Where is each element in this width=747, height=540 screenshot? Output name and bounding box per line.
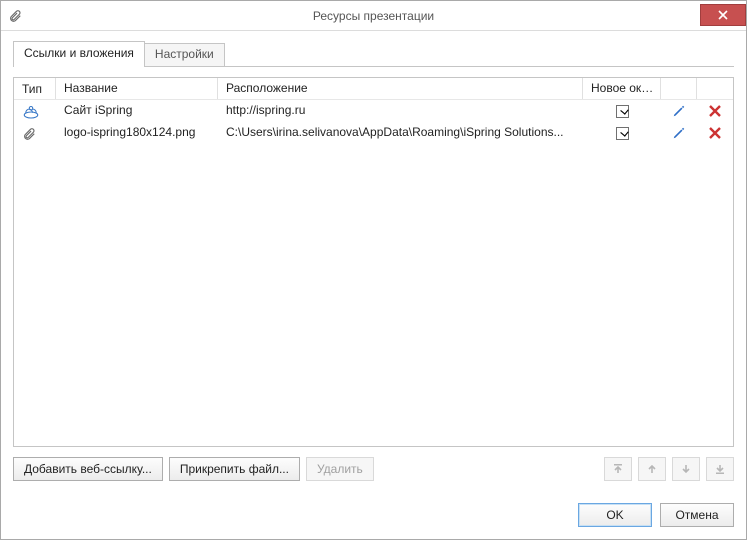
move-top-button[interactable] [604,457,632,481]
move-up-button[interactable] [638,457,666,481]
cell-new-window[interactable] [583,100,661,122]
edit-button[interactable] [661,122,697,144]
delete-row-button[interactable] [697,122,733,144]
col-header-delete [697,78,733,99]
move-bottom-button[interactable] [706,457,734,481]
pencil-icon [670,102,688,120]
checkbox-icon [616,127,629,140]
cancel-button[interactable]: Отмена [660,503,734,527]
tab-bar: Ссылки и вложения Настройки [13,41,734,67]
move-bottom-icon [714,463,726,475]
x-delete-icon [706,124,724,142]
move-down-button[interactable] [672,457,700,481]
col-header-edit [661,78,697,99]
table-row[interactable]: Сайт iSpring http://ispring.ru [14,100,733,122]
cell-name: logo-ispring180x124.png [56,122,218,144]
col-header-name[interactable]: Название [56,78,218,99]
cell-location: http://ispring.ru [218,100,583,122]
paperclip-icon [14,122,56,144]
delete-button[interactable]: Удалить [306,457,374,481]
toolbar: Добавить веб-ссылку... Прикрепить файл..… [13,457,734,481]
tab-label: Настройки [155,47,214,61]
link-icon [14,100,56,122]
tab-label: Ссылки и вложения [24,46,134,60]
attach-file-button[interactable]: Прикрепить файл... [169,457,300,481]
edit-button[interactable] [661,100,697,122]
col-header-new-window[interactable]: Новое окно [583,78,661,99]
cell-location: C:\Users\irina.selivanova\AppData\Roamin… [218,122,583,144]
close-button[interactable] [700,4,746,26]
move-down-icon [680,463,692,475]
titlebar: Ресурсы презентации [1,1,746,31]
dialog-footer: OK Отмена [1,493,746,539]
col-header-location[interactable]: Расположение [218,78,583,99]
cell-name: Сайт iSpring [56,100,218,122]
resources-table: Тип Название Расположение Новое окно [13,77,734,447]
ok-button[interactable]: OK [578,503,652,527]
table-body: Сайт iSpring http://ispring.ru [14,100,733,446]
tab-links-attachments[interactable]: Ссылки и вложения [13,41,145,66]
paperclip-icon [1,9,29,23]
delete-row-button[interactable] [697,100,733,122]
table-row[interactable]: logo-ispring180x124.png C:\Users\irina.s… [14,122,733,144]
content: Ссылки и вложения Настройки Тип Название… [1,31,746,493]
col-header-type[interactable]: Тип [14,78,56,99]
close-icon [718,10,728,20]
x-delete-icon [706,102,724,120]
tab-settings[interactable]: Настройки [145,43,225,66]
table-header: Тип Название Расположение Новое окно [14,78,733,100]
move-up-icon [646,463,658,475]
dialog-window: Ресурсы презентации Ссылки и вложения На… [0,0,747,540]
checkbox-icon [616,105,629,118]
cell-new-window[interactable] [583,122,661,144]
move-top-icon [612,463,624,475]
add-web-link-button[interactable]: Добавить веб-ссылку... [13,457,163,481]
pencil-icon [670,124,688,142]
window-title: Ресурсы презентации [1,9,746,23]
